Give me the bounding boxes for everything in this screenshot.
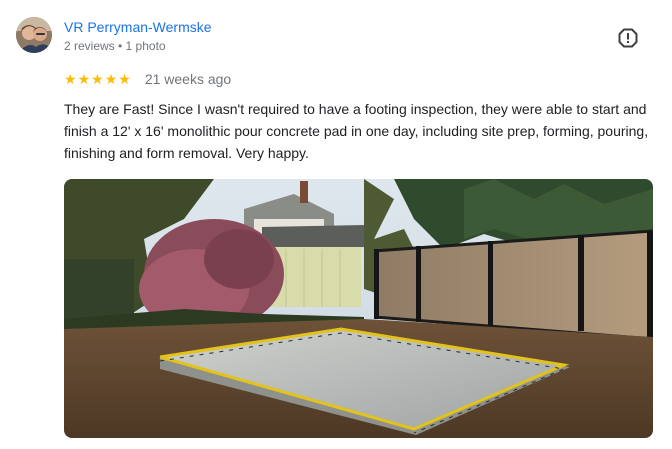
star-icon: ★ — [104, 71, 118, 87]
reviewer-avatar[interactable] — [16, 17, 52, 53]
report-review-button[interactable] — [617, 27, 639, 49]
star-icon: ★ — [77, 71, 91, 87]
review-photo[interactable] — [64, 179, 653, 438]
star-icon: ★ — [91, 71, 104, 87]
star-rating: ★ ★ ★ ★ ★ — [64, 72, 131, 86]
review-time: 21 weeks ago — [144, 71, 232, 87]
reviewer-meta: 2 reviews • 1 photo — [64, 39, 166, 53]
star-icon: ★ — [64, 71, 77, 87]
reviewer-name[interactable]: VR Perryman-Wermske — [64, 18, 212, 36]
review-text: They are Fast! Since I wasn't required t… — [64, 101, 649, 161]
report-exclamation-icon — [618, 28, 638, 48]
rating-row: ★ ★ ★ ★ ★ 21 weeks ago — [64, 70, 231, 88]
star-icon: ★ — [118, 71, 131, 87]
